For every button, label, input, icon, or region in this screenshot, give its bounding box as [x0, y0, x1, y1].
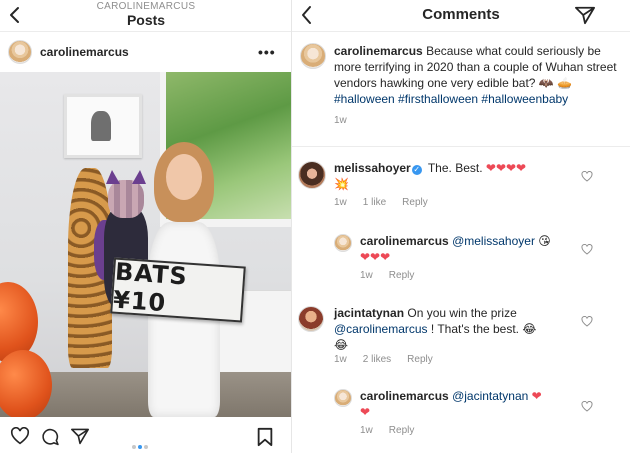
comment-emoji: 😂	[334, 338, 349, 352]
reply-button[interactable]: Reply	[389, 425, 415, 436]
avatar[interactable]	[334, 234, 352, 252]
comment-emoji: 💥	[334, 177, 349, 191]
comment-time: 1w	[360, 270, 373, 281]
comment-username[interactable]: melissahoyer	[334, 161, 411, 175]
bats-sign: BATS ¥10	[110, 257, 246, 323]
heart-icon[interactable]	[581, 243, 593, 259]
comment-text: The. Best.	[427, 161, 483, 175]
reply-button[interactable]: Reply	[407, 354, 433, 365]
reply-button[interactable]: Reply	[402, 197, 428, 208]
avatar[interactable]	[334, 389, 352, 407]
post-action-bar	[0, 418, 291, 453]
heart-icon[interactable]	[10, 426, 30, 450]
more-options-icon[interactable]: •••	[258, 44, 276, 60]
reply-button[interactable]: Reply	[389, 270, 415, 281]
comments-panel: Comments carolinemarcus Because what cou…	[292, 0, 630, 453]
bookmark-icon[interactable]	[256, 427, 274, 452]
verified-badge-icon: ✓	[411, 165, 422, 175]
comment-reply-item: carolinemarcus @melissahoyer 😘 ❤❤❤ 1w Rep…	[292, 228, 630, 283]
comment-emoji: ❤❤❤❤	[485, 161, 527, 175]
comments-header: Comments	[292, 0, 630, 32]
post-caption: carolinemarcus Because what could seriou…	[292, 33, 630, 147]
post-header: CAROLINEMARCUS Posts	[0, 0, 291, 32]
page-title: Posts	[126, 12, 166, 28]
direct-send-icon[interactable]	[574, 5, 596, 30]
comment-icon[interactable]	[40, 427, 60, 451]
comment-mention[interactable]: @carolinemarcus	[334, 322, 428, 336]
avatar[interactable]	[8, 40, 32, 64]
avatar[interactable]	[300, 43, 326, 69]
header-username: CAROLINEMARCUS	[96, 1, 196, 12]
wall-picture	[64, 94, 142, 158]
comment-time: 1w	[334, 354, 347, 365]
comment-username[interactable]: carolinemarcus	[360, 389, 449, 403]
comment-emoji: ❤	[360, 405, 371, 419]
avatar[interactable]	[298, 161, 326, 189]
comment-reply-item: carolinemarcus @jacintatynan ❤ ❤ 1w Reply	[292, 383, 630, 443]
comment-item: jacintatynan On you win the prize @carol…	[292, 300, 630, 366]
post-photo[interactable]: BATS ¥10	[0, 72, 291, 417]
comment-likes[interactable]: 1 like	[363, 197, 386, 208]
heart-icon[interactable]	[581, 400, 593, 416]
post-panel: CAROLINEMARCUS Posts carolinemarcus ••• …	[0, 0, 292, 453]
heart-icon[interactable]	[581, 315, 593, 331]
comment-mention[interactable]: @jacintatynan	[452, 389, 528, 403]
comment-time: 1w	[360, 425, 373, 436]
comment-time: 1w	[334, 197, 347, 208]
share-icon[interactable]	[70, 427, 90, 450]
carousel-indicator	[132, 436, 150, 453]
comment-username[interactable]: jacintatynan	[334, 306, 404, 320]
caption-username[interactable]: carolinemarcus	[334, 44, 423, 58]
post-username[interactable]: carolinemarcus	[40, 45, 129, 59]
avatar[interactable]	[298, 306, 324, 332]
post-user-bar: carolinemarcus •••	[0, 33, 291, 71]
comment-emoji: 😂	[522, 322, 537, 336]
comment-username[interactable]: carolinemarcus	[360, 234, 449, 248]
caption-time: 1w	[334, 115, 347, 126]
comment-emoji: 😘	[538, 234, 551, 248]
comment-item: melissahoyer ✓ The. Best. ❤❤❤❤ 💥 1w 1 like…	[292, 155, 630, 215]
caption-hashtags[interactable]: #halloween #firsthalloween #halloweenbab…	[334, 92, 568, 106]
comment-mention[interactable]: @melissahoyer	[452, 234, 535, 248]
comment-emoji: ❤	[531, 389, 542, 403]
comment-emoji: ❤❤❤	[360, 250, 391, 264]
comment-likes[interactable]: 2 likes	[363, 354, 391, 365]
heart-icon[interactable]	[581, 170, 593, 186]
comment-text: ! That's the best.	[430, 322, 520, 336]
comment-text: On you win the prize	[407, 306, 517, 320]
